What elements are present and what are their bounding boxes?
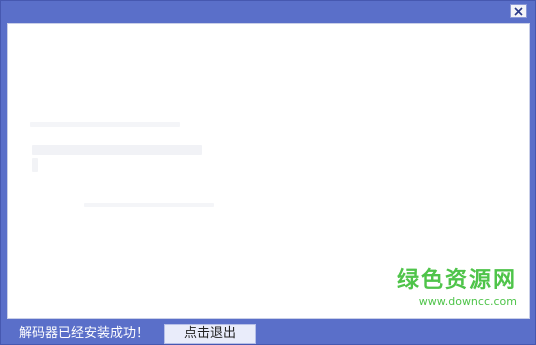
watermark-url: www.downcc.com: [418, 295, 517, 308]
close-icon: [514, 6, 523, 16]
exit-button[interactable]: 点击退出: [164, 324, 256, 344]
watermark: 绿色资源网 www.downcc.com: [396, 268, 517, 309]
bottom-bar: 解码器已经安装成功！ 点击退出: [1, 321, 536, 345]
close-button[interactable]: [510, 4, 527, 18]
status-message: 解码器已经安装成功！: [19, 326, 150, 341]
faded-text-line: [32, 145, 202, 155]
faded-text-line: [30, 122, 180, 127]
faded-text-line: [32, 158, 38, 172]
content-panel: 绿色资源网 www.downcc.com: [7, 23, 530, 319]
installer-window: 绿色资源网 www.downcc.com 解码器已经安装成功！ 点击退出: [0, 0, 536, 345]
faded-text-line: [84, 203, 214, 207]
watermark-brand: 绿色资源网: [396, 268, 517, 293]
